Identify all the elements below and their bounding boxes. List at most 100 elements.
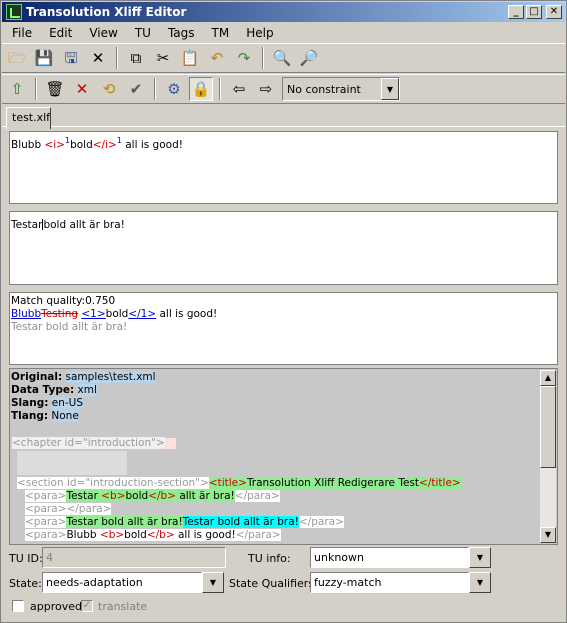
para1-b-open: <b> xyxy=(101,490,126,502)
para3-source: Testar bold allt är bra! xyxy=(66,516,183,528)
document-view[interactable]: Original: samples\test.xml Data Type: xm… xyxy=(9,368,558,545)
para-open-tag: <para> xyxy=(25,529,67,541)
menu-tm[interactable]: TM xyxy=(202,26,237,40)
redo-icon[interactable]: ↷ xyxy=(232,46,256,70)
undo-icon[interactable]: ↶ xyxy=(205,46,229,70)
window-title: Transolution Xliff Editor xyxy=(26,5,187,19)
tm-icon[interactable]: ⚙ xyxy=(162,77,186,101)
source-bold-text: bold xyxy=(70,139,93,151)
scroll-down-icon[interactable]: ▼ xyxy=(540,527,556,543)
target-text-end: bold allt är bra! xyxy=(43,219,125,231)
scroll-thumb[interactable] xyxy=(540,386,556,468)
find-replace-icon[interactable]: 🔎 xyxy=(297,46,321,70)
tab-test-xlf[interactable]: test.xlf xyxy=(6,107,51,129)
para-close-tag: </para> xyxy=(234,490,280,502)
source-text-end: all is good! xyxy=(121,139,183,151)
main-toolbar: 🗁 💾 🖫 ✕ ⧉ ✂ 📋 ↶ ↷ 🔍 🔎 xyxy=(2,43,565,73)
document-scrollbar[interactable]: ▲ ▼ xyxy=(540,370,556,543)
match-target-suggestion: Testar bold allt är bra! xyxy=(11,321,128,333)
menu-help[interactable]: Help xyxy=(236,26,280,40)
scroll-up-icon[interactable]: ▲ xyxy=(540,370,556,386)
translate-label: translate xyxy=(98,600,148,613)
toolbar-separator xyxy=(219,78,221,100)
para-close-tag: </para> xyxy=(235,529,281,541)
source-tag-open-number: 1 xyxy=(64,136,71,145)
open-icon[interactable]: 🗁 xyxy=(5,46,29,70)
datatype-label: Data Type: xyxy=(11,384,75,396)
refresh-icon[interactable]: ⟲ xyxy=(97,77,121,101)
source-text: Blubb xyxy=(11,139,45,151)
approved-label: approved xyxy=(30,600,82,613)
state-label: State: xyxy=(9,577,42,590)
menu-view[interactable]: View xyxy=(79,26,124,40)
toolbar-separator xyxy=(116,47,118,69)
chevron-down-icon[interactable]: ▼ xyxy=(469,547,491,568)
match-tag-close: </1> xyxy=(128,308,157,320)
maximize-button[interactable]: □ xyxy=(526,5,542,19)
state-qualifiers-select[interactable]: fuzzy-match xyxy=(310,572,469,593)
para-close-tag: </para> xyxy=(66,503,112,515)
approved-checkbox[interactable] xyxy=(12,600,24,612)
original-value: samples\test.xml xyxy=(65,371,156,383)
target-text: Testar xyxy=(11,219,43,231)
para4-rest: all is good! xyxy=(174,529,236,541)
slang-value: en-US xyxy=(51,397,84,409)
previous-icon[interactable]: ⇦ xyxy=(227,77,251,101)
menu-file[interactable]: File xyxy=(2,26,39,40)
next-icon[interactable]: ⇨ xyxy=(254,77,278,101)
app-icon xyxy=(6,4,22,20)
tu-info-label: TU info: xyxy=(248,552,291,565)
tu-id-label: TU ID: xyxy=(9,552,43,565)
datatype-value: xml xyxy=(77,384,97,396)
menu-tags[interactable]: Tags xyxy=(158,26,202,40)
lock-icon[interactable]: 🔒 xyxy=(189,77,213,101)
match-pane[interactable]: Match quality:0.750 BlubbTesting <1>bold… xyxy=(9,292,558,365)
slang-label: Slang: xyxy=(11,397,49,409)
tlang-value: None xyxy=(51,410,79,422)
whitespace-block xyxy=(17,451,127,475)
toolbar-separator xyxy=(35,78,37,100)
chevron-down-icon[interactable]: ▼ xyxy=(381,78,399,100)
para-open-tag: <para> xyxy=(25,503,67,515)
menu-bar: File Edit View TU Tags TM Help xyxy=(2,24,565,42)
save-as-icon[interactable]: 🖫 xyxy=(59,46,83,70)
tu-id-field[interactable]: 4 xyxy=(42,547,226,568)
para1-bold: bold xyxy=(125,490,149,502)
translate-checkbox[interactable]: ✓ xyxy=(81,600,93,612)
para4-text: Blubb xyxy=(66,529,100,541)
up-arrow-icon[interactable]: ⇧ xyxy=(5,77,29,101)
delete-icon[interactable]: 🗑 xyxy=(43,77,67,101)
match-rest: all is good! xyxy=(156,308,218,320)
source-pane[interactable]: Blubb <i>1bold</i>1 all is good! xyxy=(9,131,558,204)
paste-icon[interactable]: 📋 xyxy=(178,46,202,70)
chevron-down-icon[interactable]: ▼ xyxy=(202,572,224,593)
cut-icon[interactable]: ✂ xyxy=(151,46,175,70)
tlang-label: Tlang: xyxy=(11,410,49,422)
tu-info-field[interactable]: unknown xyxy=(310,547,469,568)
copy-icon[interactable]: ⧉ xyxy=(124,46,148,70)
para4-bold: bold xyxy=(124,529,147,541)
close-button[interactable]: ✕ xyxy=(546,5,562,19)
accept-icon[interactable]: ✔ xyxy=(124,77,148,101)
tu-toolbar: ⇧ 🗑 ✕ ⟲ ✔ ⚙ 🔒 ⇦ ⇨ No constraint ▼ xyxy=(2,74,565,104)
constraint-select[interactable]: No constraint ▼ xyxy=(282,77,400,101)
match-quality-label: Match quality: xyxy=(11,295,86,307)
target-pane[interactable]: Testarbold allt är bra! xyxy=(9,211,558,285)
state-select[interactable]: needs-adaptation xyxy=(42,572,202,593)
menu-tu[interactable]: TU xyxy=(125,26,158,40)
main-window: Transolution Xliff Editor _ □ ✕ File Edi… xyxy=(0,0,567,623)
find-icon[interactable]: 🔍 xyxy=(270,46,294,70)
para1-b-close: </b> xyxy=(148,490,176,502)
reject-icon[interactable]: ✕ xyxy=(70,77,94,101)
save-icon[interactable]: 💾 xyxy=(32,46,56,70)
menu-edit[interactable]: Edit xyxy=(39,26,79,40)
chapter-marker xyxy=(164,437,176,449)
toolbar-separator xyxy=(262,47,264,69)
minimize-button[interactable]: _ xyxy=(508,5,524,19)
match-quality-value: 0.750 xyxy=(85,295,116,307)
para3-highlight: Testar bold allt är bra! xyxy=(182,516,299,528)
title-bar[interactable]: Transolution Xliff Editor _ □ ✕ xyxy=(2,2,565,22)
chevron-down-icon[interactable]: ▼ xyxy=(469,572,491,593)
state-qualifiers-label: State Qualifiers: xyxy=(229,577,318,590)
close-file-icon[interactable]: ✕ xyxy=(86,46,110,70)
